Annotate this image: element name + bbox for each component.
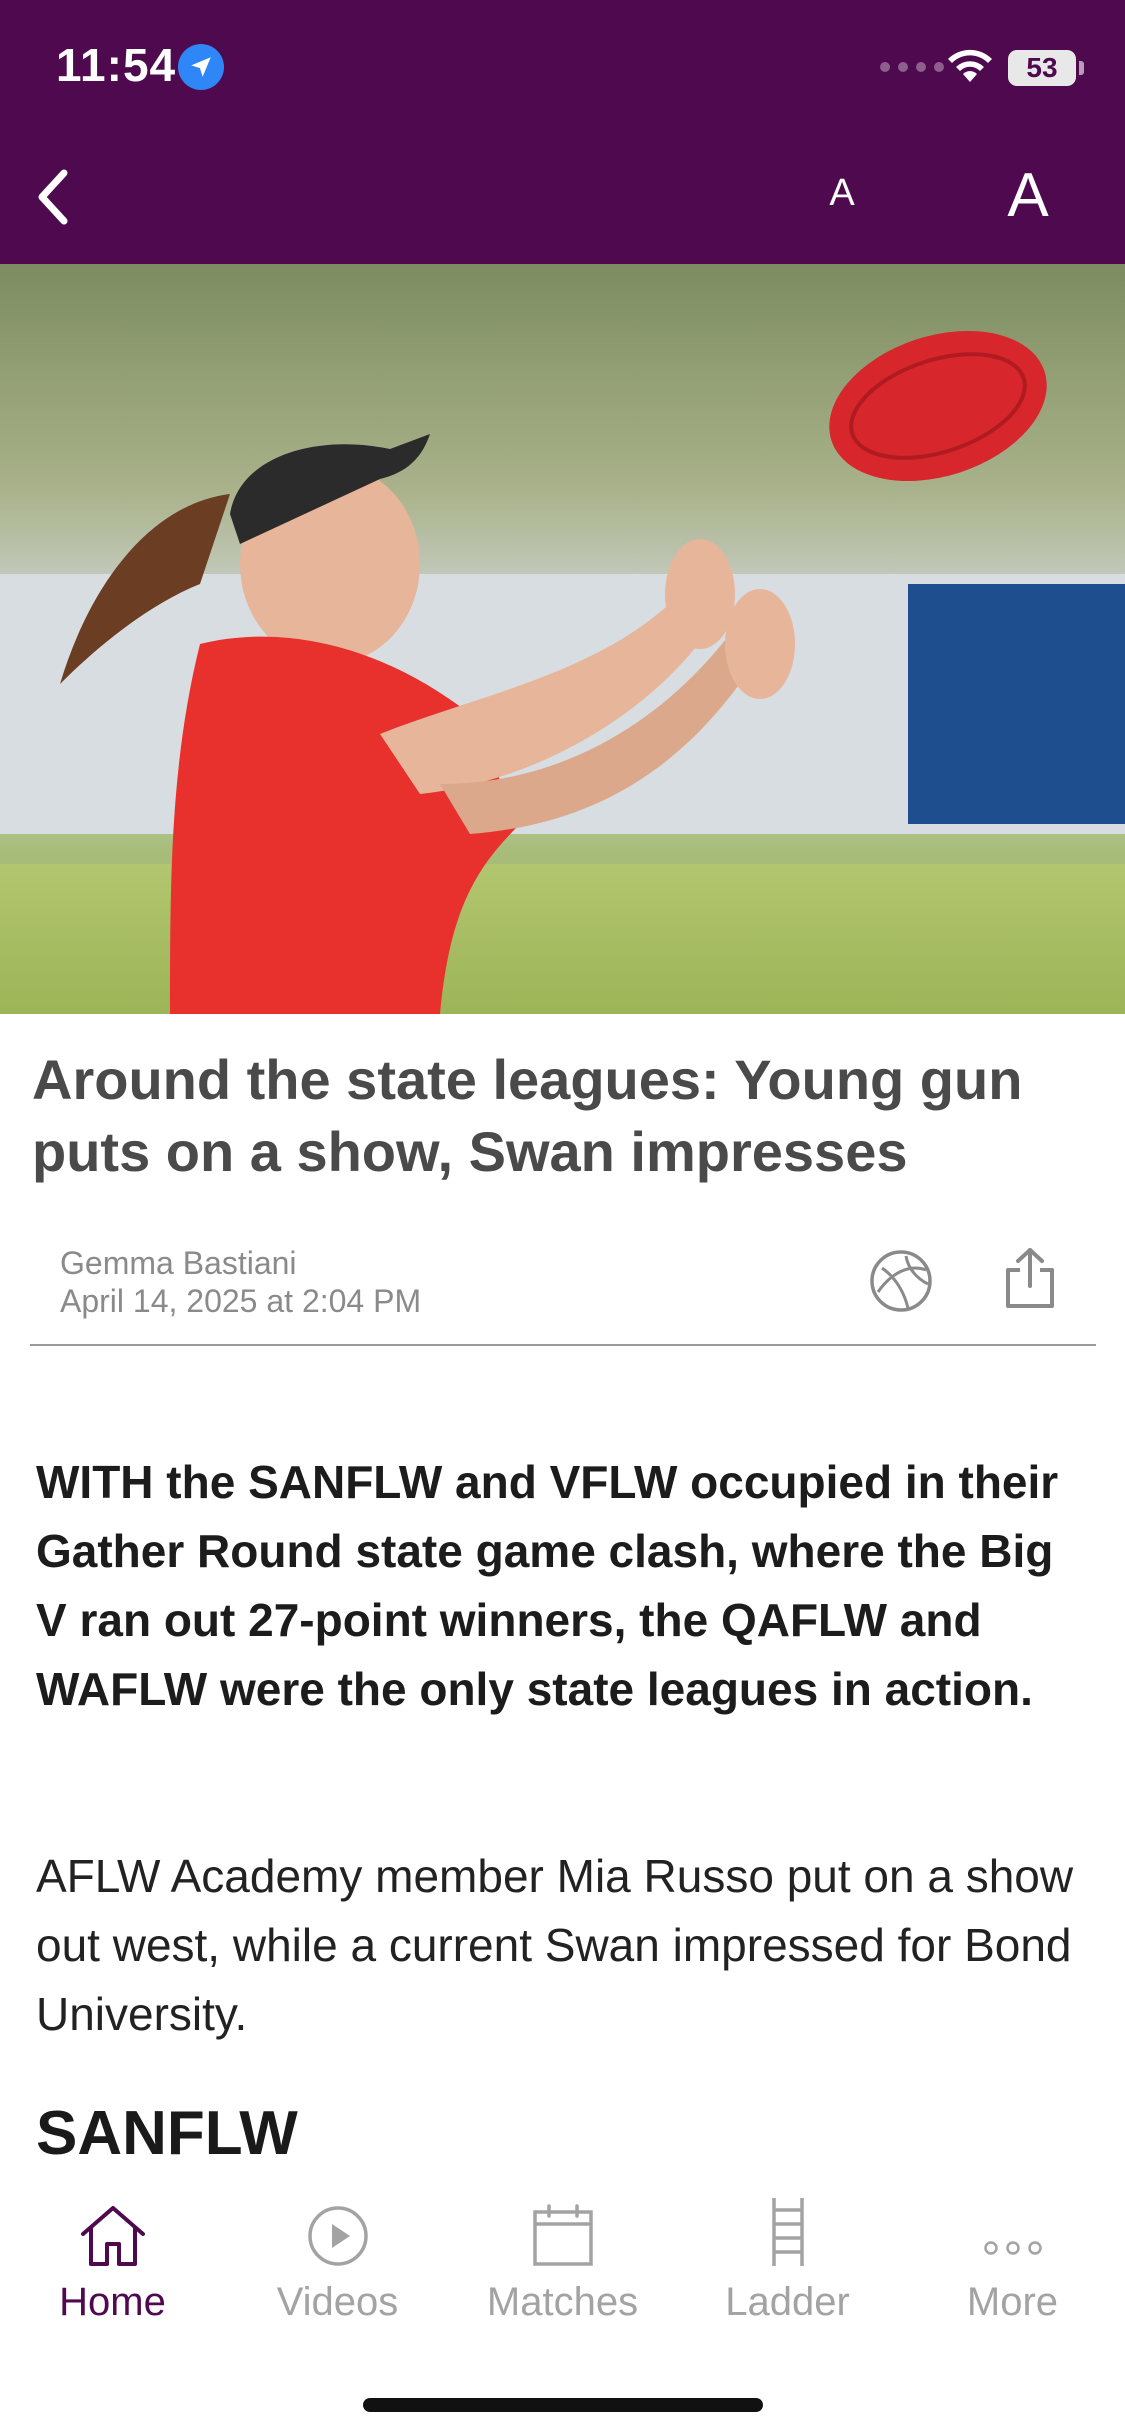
battery-icon: 53 — [1008, 50, 1076, 86]
more-dots-icon — [983, 2241, 1042, 2255]
back-button[interactable] — [22, 162, 82, 232]
top-bar: 11:54 53 A A — [0, 0, 1125, 264]
article-lead: WITH the SANFLW and VFLW occupied in the… — [36, 1456, 1059, 1715]
tab-home[interactable]: Home — [0, 2168, 225, 2328]
tab-label-ladder: Ladder — [725, 2280, 850, 2324]
status-time: 11:54 — [56, 39, 177, 91]
tab-more[interactable]: More — [900, 2168, 1125, 2328]
tab-matches[interactable]: Matches — [450, 2168, 675, 2328]
article-author: Gemma Bastiani — [60, 1245, 297, 1281]
meta-divider — [30, 1344, 1096, 1346]
chevron-left-icon — [38, 169, 68, 225]
share-button[interactable] — [1002, 1246, 1058, 1315]
increase-font-button[interactable]: A — [998, 160, 1058, 231]
location-arrow-icon — [178, 44, 224, 90]
home-indicator[interactable] — [363, 2398, 763, 2412]
article-title: Around the state leagues: Young gun puts… — [32, 1048, 1023, 1183]
afl-ball-icon[interactable] — [868, 1248, 934, 1319]
tab-bar: Home Videos Matches Ladder More — [0, 2168, 1125, 2436]
ladder-icon — [771, 2198, 804, 2266]
hero-image — [0, 264, 1125, 1014]
tab-label-matches: Matches — [486, 2280, 639, 2324]
hero-illustration — [60, 330, 1047, 1014]
battery-tip — [1079, 61, 1084, 75]
tab-label-home: Home — [59, 2280, 166, 2324]
wifi-icon — [946, 46, 994, 89]
article-paragraph: AFLW Academy member Mia Russo put on a s… — [36, 1850, 1074, 2040]
share-icon — [1006, 1248, 1054, 1308]
article-date: April 14, 2025 at 2:04 PM — [60, 1283, 422, 1319]
calendar-icon — [532, 2204, 593, 2266]
tab-label-more: More — [966, 2280, 1059, 2324]
home-icon — [80, 2206, 145, 2266]
article-meta: Gemma Bastiani April 14, 2025 at 2:04 PM — [60, 1244, 421, 1320]
tab-label-videos: Videos — [276, 2280, 399, 2324]
play-circle-icon — [307, 2206, 368, 2266]
decrease-font-button[interactable]: A — [822, 172, 862, 215]
tab-videos[interactable]: Videos — [225, 2168, 450, 2328]
tab-ladder[interactable]: Ladder — [675, 2168, 900, 2328]
section-heading: SANFLW — [36, 2099, 298, 2168]
cellular-icon — [880, 62, 944, 72]
